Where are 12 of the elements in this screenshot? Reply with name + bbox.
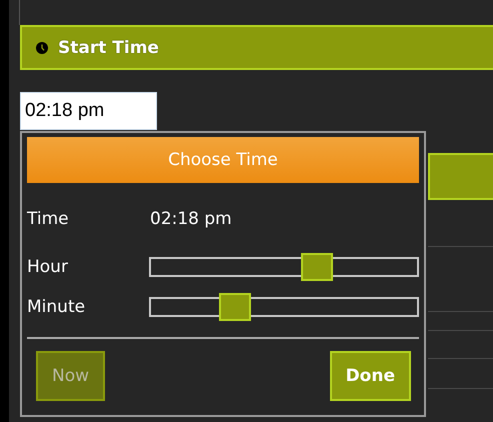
- slider-thumb[interactable]: [300, 253, 333, 281]
- done-button[interactable]: Done: [330, 351, 411, 401]
- slider-thumb[interactable]: [219, 293, 252, 321]
- picker-title-bar: Choose Time: [27, 137, 419, 183]
- clock-icon: [36, 42, 48, 54]
- time-value: 02:18 pm: [150, 209, 232, 229]
- slider-label: Minute: [27, 297, 86, 317]
- background-bar: [428, 153, 493, 200]
- time-input-field[interactable]: 02:18 pm: [20, 92, 157, 130]
- time-label: Time: [27, 209, 70, 229]
- slider-label: Hour: [27, 257, 69, 277]
- section-title: Start Time: [58, 38, 159, 58]
